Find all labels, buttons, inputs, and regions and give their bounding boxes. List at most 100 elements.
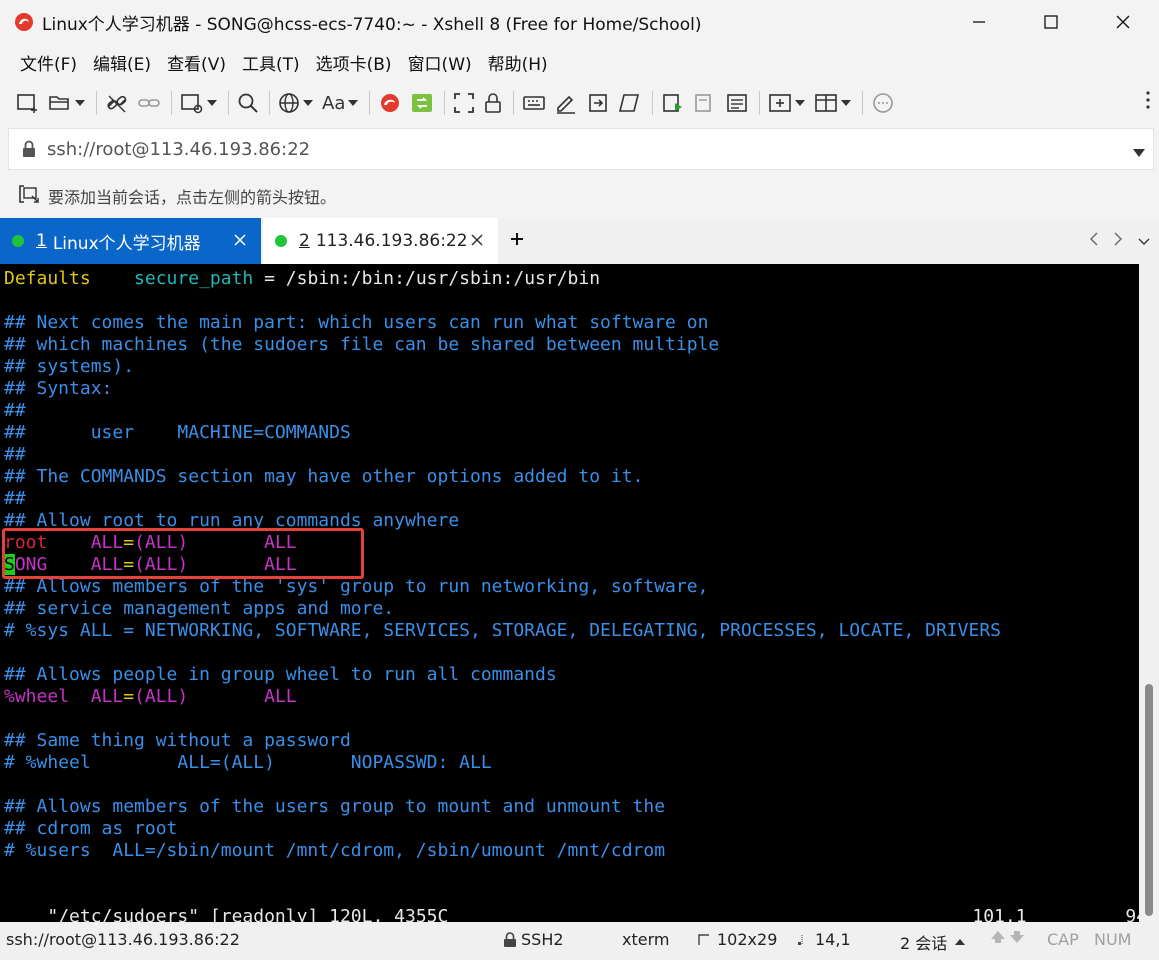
chevron-down-icon[interactable] — [1133, 142, 1145, 161]
xftp-button[interactable] — [378, 88, 402, 118]
new-session-button[interactable] — [16, 88, 40, 118]
cursor-position-icon — [798, 934, 803, 945]
add-session-arrow-icon[interactable] — [18, 184, 40, 208]
terminal-text: ## — [4, 488, 26, 509]
terminal-line: # %sys ALL = NETWORKING, SOFTWARE, SERVI… — [4, 620, 1001, 642]
tab-session-1[interactable]: 1 Linux个人学习机器 — [0, 218, 261, 264]
lock-icon — [485, 93, 502, 113]
terminal-line: %wheel ALL=(ALL) ALL — [4, 686, 297, 708]
add-tab-icon[interactable] — [508, 230, 526, 252]
send-button[interactable] — [586, 88, 610, 118]
menu-edit[interactable]: 编辑(E) — [85, 50, 159, 75]
session-properties-button[interactable] — [180, 88, 218, 118]
toolbar-divider — [269, 91, 270, 115]
new-tab-group-button[interactable] — [768, 88, 806, 118]
terminal-text: # %sys ALL = NETWORKING, SOFTWARE, SERVI… — [4, 620, 1001, 641]
terminal-text: # %wheel ALL=(ALL) NOPASSWD: ALL — [4, 752, 492, 773]
chevron-left-icon[interactable] — [1089, 231, 1099, 251]
tab-label: Linux个人学习机器 — [52, 233, 201, 254]
log-button[interactable] — [661, 88, 685, 118]
more-vertical-icon[interactable] — [1145, 88, 1151, 116]
fullscreen-icon — [454, 93, 475, 113]
fullscreen-button[interactable] — [453, 88, 475, 118]
menu-tools[interactable]: 工具(T) — [234, 50, 308, 75]
chat-bubble-icon — [873, 93, 894, 113]
menu-window[interactable]: 窗口(W) — [400, 50, 480, 75]
chevron-right-icon[interactable] — [1113, 231, 1123, 251]
chevron-down-icon[interactable] — [794, 100, 806, 106]
chevron-down-icon[interactable] — [206, 100, 218, 106]
properties-icon — [181, 94, 203, 114]
tab-session-2[interactable]: 2 113.46.193.86:22 — [263, 218, 498, 264]
close-icon[interactable] — [470, 232, 484, 252]
status-term-size: 102x29 — [697, 930, 777, 949]
export-icon — [589, 94, 608, 112]
window-title: Linux个人学习机器 - SONG@hcss-ecs-7740:~ - Xsh… — [42, 14, 702, 35]
terminal-text: %wheel — [4, 686, 70, 707]
menu-view[interactable]: 查看(V) — [159, 50, 234, 75]
toolbar-divider — [369, 91, 371, 115]
log-stop-button[interactable] — [693, 88, 717, 118]
close-window-button[interactable] — [1087, 0, 1159, 44]
close-icon[interactable] — [233, 232, 247, 252]
pen-icon — [557, 95, 576, 114]
compose-button[interactable] — [554, 88, 578, 118]
terminal-line: ## Syntax: — [4, 378, 112, 400]
layout-button[interactable] — [814, 88, 852, 118]
terminal-line: ## Allows people in group wheel to run a… — [4, 664, 557, 686]
reconnect-button[interactable] — [137, 88, 161, 118]
chevron-down-icon[interactable] — [347, 100, 359, 106]
terminal-line: ## Allows members of the users group to … — [4, 796, 665, 818]
address-bar[interactable]: ssh://root@113.46.193.86:22 — [8, 128, 1154, 170]
menu-help[interactable]: 帮助(H) — [480, 50, 556, 75]
address-input[interactable]: ssh://root@113.46.193.86:22 — [47, 139, 310, 160]
terminal-text: ## The COMMANDS section may have other o… — [4, 466, 644, 487]
arrow-up-icon — [991, 931, 1005, 943]
font-button[interactable]: Aa — [322, 88, 359, 118]
lock-button[interactable] — [483, 88, 503, 118]
scrollbar-thumb[interactable] — [1145, 684, 1153, 916]
font-label: Aa — [322, 92, 346, 114]
terminal-line: # %users ALL=/sbin/mount /mnt/cdrom, /sb… — [4, 840, 665, 862]
maximize-button[interactable] — [1015, 0, 1087, 44]
terminal-text: Defaults — [4, 268, 91, 289]
menu-file[interactable]: 文件(F) — [12, 50, 85, 75]
terminal-scrollbar[interactable] — [1139, 264, 1159, 922]
script-button[interactable] — [618, 88, 642, 118]
terminal-text: ## Allows members of the 'sys' group to … — [4, 576, 709, 597]
minimize-button[interactable] — [943, 0, 1015, 44]
status-caps-lock: CAP — [1047, 930, 1079, 949]
notes-button[interactable] — [725, 88, 749, 118]
disconnect-button[interactable] — [105, 88, 129, 118]
find-button[interactable] — [237, 88, 259, 118]
terminal-text: ## — [4, 444, 26, 465]
chevron-down-icon[interactable] — [840, 100, 852, 106]
chevron-down-icon[interactable] — [302, 100, 314, 106]
toolbar-divider — [444, 91, 446, 115]
xftp-transfer-button[interactable] — [410, 88, 434, 118]
terminal-view[interactable]: Defaults secure_path = /sbin:/bin:/usr/s… — [0, 264, 1139, 922]
status-scroll-arrows — [990, 930, 1025, 944]
chevron-down-icon[interactable] — [1137, 232, 1151, 251]
status-num-lock: NUM — [1094, 930, 1132, 949]
add-window-icon — [769, 94, 792, 112]
notes-icon — [727, 94, 748, 112]
vim-status-file: "/etc/sudoers" [readonly] 120L, 4355C — [47, 906, 449, 922]
terminal-text: ## Same thing without a password — [4, 730, 351, 751]
terminal-text: ## user MACHINE=COMMANDS — [4, 422, 351, 443]
status-sessions[interactable]: 2 会话 — [900, 930, 966, 954]
open-session-button[interactable] — [48, 88, 86, 118]
menu-tab[interactable]: 选项卡(B) — [308, 50, 400, 75]
status-address: ssh://root@113.46.193.86:22 — [6, 930, 240, 949]
hint-text: 要添加当前会话，点击左侧的箭头按钮。 — [48, 188, 337, 207]
lock-icon — [21, 140, 37, 158]
chevron-down-icon[interactable] — [74, 100, 86, 106]
encoding-button[interactable] — [278, 88, 314, 118]
terminal-line: ## service management apps and more. — [4, 598, 394, 620]
terminal-text: ## Allows members of the users group to … — [4, 796, 666, 817]
toolbar-divider — [171, 91, 172, 115]
terminal-text: ## cdrom as root — [4, 818, 178, 839]
keyboard-button[interactable] — [522, 88, 546, 118]
terminal-line: ## — [4, 488, 26, 510]
chat-button[interactable] — [871, 88, 895, 118]
